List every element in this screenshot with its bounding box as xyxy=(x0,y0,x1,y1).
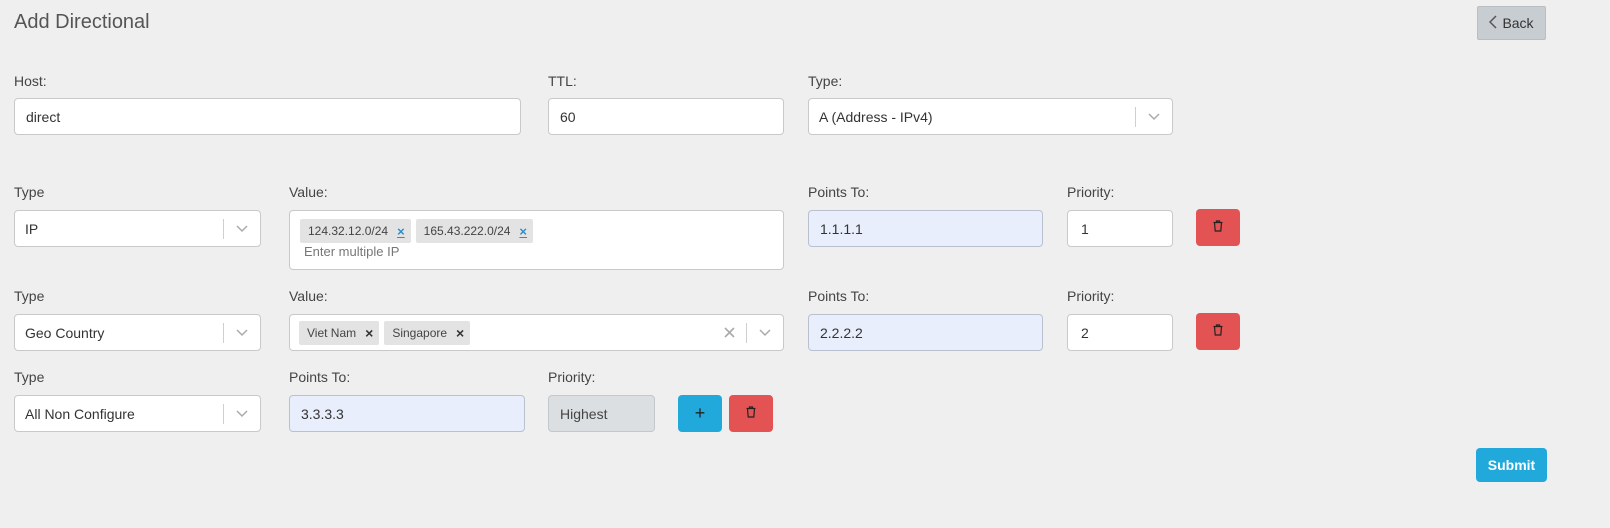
add-rule-button[interactable]: + xyxy=(678,395,722,432)
trash-icon xyxy=(1213,219,1223,237)
tag-remove-icon[interactable]: × xyxy=(365,325,373,341)
trash-icon xyxy=(746,405,756,423)
host-label: Host: xyxy=(14,73,47,89)
value-label: Value: xyxy=(289,288,328,304)
priority-label: Priority: xyxy=(548,369,596,385)
tag-label: 124.32.12.0/24 xyxy=(308,224,389,238)
value-tag: 124.32.12.0/24 × xyxy=(300,219,411,243)
priority-input[interactable]: 2 xyxy=(1067,314,1173,351)
rule-type-value: IP xyxy=(25,220,39,237)
rule-type-value: Geo Country xyxy=(25,324,105,341)
rule-type-label: Type xyxy=(14,369,45,385)
delete-rule-button[interactable] xyxy=(729,395,773,432)
points-to-value: 2.2.2.2 xyxy=(820,324,863,341)
points-to-input[interactable]: 3.3.3.3 xyxy=(289,395,525,432)
points-to-label: Points To: xyxy=(808,184,870,200)
tag-remove-icon[interactable]: × xyxy=(456,325,464,341)
points-to-label: Points To: xyxy=(808,288,870,304)
value-tag: Singapore × xyxy=(384,320,471,345)
value-tag: Viet Nam × xyxy=(299,320,380,345)
tag-label: 165.43.222.0/24 xyxy=(423,224,511,238)
points-to-input[interactable]: 2.2.2.2 xyxy=(808,314,1043,351)
ip-input-placeholder[interactable]: Enter multiple IP xyxy=(300,244,773,259)
delete-rule-button[interactable] xyxy=(1196,313,1240,350)
ip-tags-input[interactable]: 124.32.12.0/24 × 165.43.222.0/24 × Enter… xyxy=(289,210,784,270)
priority-input[interactable]: 1 xyxy=(1067,210,1173,247)
rule-type-select[interactable]: Geo Country xyxy=(14,314,261,351)
priority-value: Highest xyxy=(560,405,608,422)
chevron-down-icon[interactable] xyxy=(1136,112,1172,121)
plus-icon: + xyxy=(694,403,706,423)
chevron-down-icon[interactable] xyxy=(224,409,260,418)
host-value: direct xyxy=(26,108,61,125)
close-icon[interactable] xyxy=(712,327,746,338)
chevron-down-icon[interactable] xyxy=(224,328,260,337)
trash-icon xyxy=(1213,323,1223,341)
points-to-value: 3.3.3.3 xyxy=(301,405,344,422)
ttl-label: TTL: xyxy=(548,73,577,89)
back-label: Back xyxy=(1502,15,1534,31)
chevron-down-icon[interactable] xyxy=(224,224,260,233)
points-to-value: 1.1.1.1 xyxy=(820,220,863,237)
priority-label: Priority: xyxy=(1067,184,1115,200)
back-button[interactable]: Back xyxy=(1477,6,1546,40)
tag-remove-icon[interactable]: × xyxy=(397,224,405,239)
record-type-label: Type: xyxy=(808,73,843,89)
page-title: Add Directional xyxy=(14,11,150,33)
country-multi-select[interactable]: Viet Nam × Singapore × xyxy=(289,314,784,351)
chevron-down-icon[interactable] xyxy=(747,328,783,337)
delete-rule-button[interactable] xyxy=(1196,209,1240,246)
rule-type-label: Type xyxy=(14,184,45,200)
record-type-select[interactable]: A (Address - IPv4) xyxy=(808,98,1173,135)
priority-readonly: Highest xyxy=(548,395,655,432)
points-to-label: Points To: xyxy=(289,369,351,385)
tag-label: Viet Nam xyxy=(307,325,357,340)
host-input[interactable]: direct xyxy=(14,98,521,135)
tag-remove-icon[interactable]: × xyxy=(519,224,527,239)
priority-value: 1 xyxy=(1081,220,1089,237)
rule-type-label: Type xyxy=(14,288,45,304)
points-to-input[interactable]: 1.1.1.1 xyxy=(808,210,1043,247)
rule-type-select[interactable]: IP xyxy=(14,210,261,247)
priority-label: Priority: xyxy=(1067,288,1115,304)
rule-type-select[interactable]: All Non Configure xyxy=(14,395,261,432)
record-type-value: A (Address - IPv4) xyxy=(819,108,933,125)
tag-label: Singapore xyxy=(392,325,448,340)
rule-type-value: All Non Configure xyxy=(25,405,135,422)
ttl-value: 60 xyxy=(560,108,576,125)
submit-button[interactable]: Submit xyxy=(1476,448,1547,482)
ttl-input[interactable]: 60 xyxy=(548,98,784,135)
value-tag: 165.43.222.0/24 × xyxy=(415,219,534,243)
value-label: Value: xyxy=(289,184,328,200)
priority-value: 2 xyxy=(1081,324,1089,341)
chevron-left-icon xyxy=(1489,14,1502,32)
